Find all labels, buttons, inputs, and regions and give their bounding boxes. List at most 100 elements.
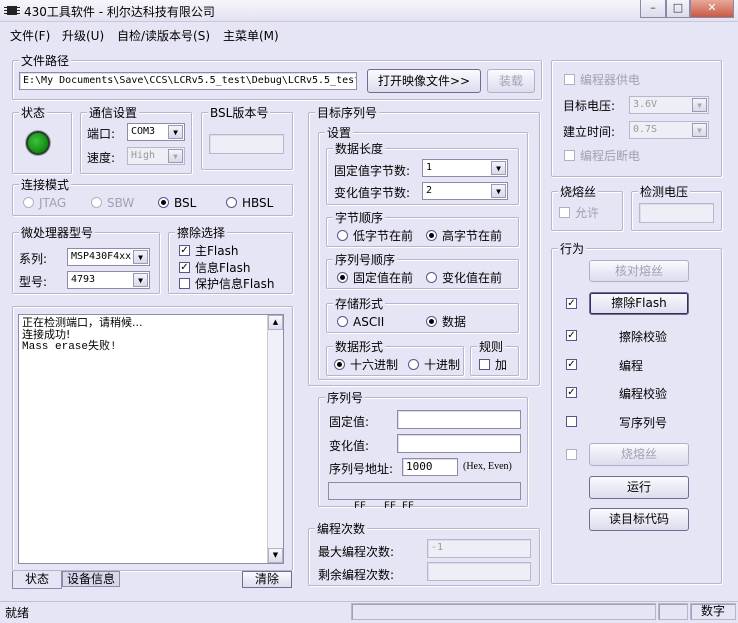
menu-main[interactable]: 主菜单(M) <box>223 27 279 44</box>
model-value: 4793 <box>71 274 96 285</box>
conn-sbw-label: SBW <box>107 196 135 210</box>
fixed-value-label: 固定值: <box>329 415 370 429</box>
clear-button[interactable]: 清除 <box>242 571 292 588</box>
tab-status[interactable]: 状态 <box>12 571 62 589</box>
radio-dot <box>337 316 348 327</box>
conn-bsl-label: BSL <box>174 196 197 210</box>
tab-status-label: 状态 <box>24 572 49 586</box>
seq-var-first-radio[interactable]: 变化值在前 <box>426 271 502 285</box>
comm-label: 通信设置 <box>87 104 140 121</box>
load-button[interactable]: 装载 <box>487 69 535 93</box>
status-num-panel: 数字 <box>690 603 736 620</box>
erase-protect-flash-checkbox[interactable]: 保护信息Flash <box>179 277 274 291</box>
fuse-allow-label: 允许 <box>575 206 600 220</box>
var-bytes-select[interactable]: 2 ▼ <box>422 182 508 200</box>
remain-count-label: 剩余编程次数: <box>318 568 395 582</box>
open-image-button[interactable]: 打开映像文件>> <box>367 69 481 93</box>
fixed-value-input[interactable] <box>397 410 521 429</box>
storage-label: 存储形式 <box>333 295 386 312</box>
var-bytes-value: 2 <box>426 185 433 196</box>
fuse-label: 烧熔丝 <box>558 183 599 200</box>
remain-count-input[interactable] <box>427 562 531 581</box>
byte-order-low-radio[interactable]: 低字节在前 <box>337 229 413 243</box>
chevron-down-icon: ▼ <box>133 273 148 287</box>
format-dec-radio[interactable]: 十进制 <box>408 358 460 372</box>
run-button[interactable]: 运行 <box>589 476 689 499</box>
verify-fuse-button[interactable]: 核对熔丝 <box>589 260 689 282</box>
max-count-input[interactable]: -1 <box>427 539 531 558</box>
check-icon: ✓ <box>179 245 190 256</box>
format-hex-radio[interactable]: 十六进制 <box>334 358 398 372</box>
byte-order-label: 字节顺序 <box>333 209 386 226</box>
radio-dot <box>158 197 169 208</box>
app-icon <box>4 6 20 15</box>
var-value-input[interactable] <box>397 434 521 453</box>
fuse-allow-checkbox[interactable]: 允许 <box>559 206 599 220</box>
seq-fixed-first-radio[interactable]: 固定值在前 <box>337 271 413 285</box>
var-value-label: 变化值: <box>329 439 370 453</box>
chevron-down-icon: ▼ <box>168 125 183 139</box>
conn-hbsl-label: HBSL <box>242 196 274 210</box>
speed-label: 速度: <box>87 151 116 165</box>
byte-order-high-radio[interactable]: 高字节在前 <box>426 229 502 243</box>
menu-upgrade[interactable]: 升级(U) <box>62 27 104 44</box>
chevron-down-icon: ▼ <box>491 161 506 175</box>
log-line: 连接成功! <box>22 328 71 341</box>
byte-order-high-label: 高字节在前 <box>442 229 503 243</box>
minimize-button[interactable]: – <box>640 0 666 18</box>
conn-jtag-radio[interactable]: JTAG <box>23 196 66 210</box>
log-textarea[interactable]: 正在检测端口，请稍候... 连接成功! Mass erase失败! ▲ ▼ <box>18 314 284 564</box>
power-off-checkbox[interactable]: 编程后断电 <box>564 149 640 163</box>
program-count-label: 编程次数 <box>315 520 368 537</box>
conn-bsl-radio[interactable]: BSL <box>158 196 196 210</box>
storage-ascii-radio[interactable]: ASCII <box>337 315 384 329</box>
checkbox-box <box>179 278 190 289</box>
voltage-select[interactable]: 3.6V ▼ <box>629 96 709 114</box>
fixed-bytes-select[interactable]: 1 ▼ <box>422 159 508 177</box>
title-bar: 430工具软件 - 利尔达科技有限公司 – □ ✕ <box>0 0 738 22</box>
scroll-down-icon[interactable]: ▼ <box>268 548 283 563</box>
setup-time-select[interactable]: 0.7S ▼ <box>629 121 709 139</box>
log-line: Mass erase失败! <box>22 341 117 353</box>
seq-order-label: 序列号顺序 <box>333 251 398 268</box>
erase-flash-button[interactable]: 擦除Flash <box>589 292 689 315</box>
menu-selfcheck[interactable]: 自检/读版本号(S) <box>117 27 210 44</box>
storage-ascii-label: ASCII <box>353 315 385 329</box>
fixed-bytes-label: 固定值字节数: <box>334 164 411 178</box>
radio-dot <box>426 230 437 241</box>
chevron-down-icon: ▼ <box>168 149 183 163</box>
maximize-button[interactable]: □ <box>666 0 690 18</box>
conn-jtag-label: JTAG <box>39 196 67 210</box>
target-serial-label: 目标序列号 <box>315 104 380 121</box>
erase-info-flash-checkbox[interactable]: ✓ 信息Flash <box>179 261 250 275</box>
conn-sbw-radio[interactable]: SBW <box>91 196 134 210</box>
file-path-input[interactable]: E:\My Documents\Save\CCS\LCRv5.5_test\De… <box>19 72 357 90</box>
status-panel <box>658 603 688 620</box>
burn-fuse-button[interactable]: 烧熔丝 <box>589 443 689 466</box>
check-icon: ✓ <box>179 262 190 273</box>
conn-hbsl-radio[interactable]: HBSL <box>226 196 273 210</box>
seq-fixed-first-label: 固定值在前 <box>353 271 414 285</box>
status-label: 状态 <box>19 104 48 121</box>
speed-select[interactable]: High ▼ <box>127 147 185 165</box>
storage-data-radio[interactable]: 数据 <box>426 315 466 329</box>
erase-main-flash-checkbox[interactable]: ✓ 主Flash <box>179 244 238 258</box>
serial-addr-input[interactable]: 1000 <box>402 458 458 476</box>
read-code-button[interactable]: 读目标代码 <box>589 508 689 531</box>
series-select[interactable]: MSP430F4xx ▼ <box>67 248 150 266</box>
erase-protect-flash-label: 保护信息Flash <box>195 277 275 291</box>
close-button[interactable]: ✕ <box>690 0 734 18</box>
settings-label: 设置 <box>325 124 354 141</box>
setup-time-value: 0.7S <box>633 124 658 135</box>
bsl-version-field <box>209 134 284 154</box>
fixed-bytes-value: 1 <box>426 162 433 173</box>
program-label: 编程 <box>619 359 644 373</box>
supply-checkbox[interactable]: 编程器供电 <box>564 73 640 87</box>
tab-device-info[interactable]: 设备信息 <box>62 571 120 587</box>
model-select[interactable]: 4793 ▼ <box>67 271 150 289</box>
rule-add-checkbox[interactable]: 加 <box>479 358 507 372</box>
scroll-up-icon[interactable]: ▲ <box>268 315 283 330</box>
port-select[interactable]: COM3 ▼ <box>127 123 185 141</box>
menu-file[interactable]: 文件(F) <box>10 27 50 44</box>
log-scrollbar[interactable]: ▲ ▼ <box>267 315 283 563</box>
